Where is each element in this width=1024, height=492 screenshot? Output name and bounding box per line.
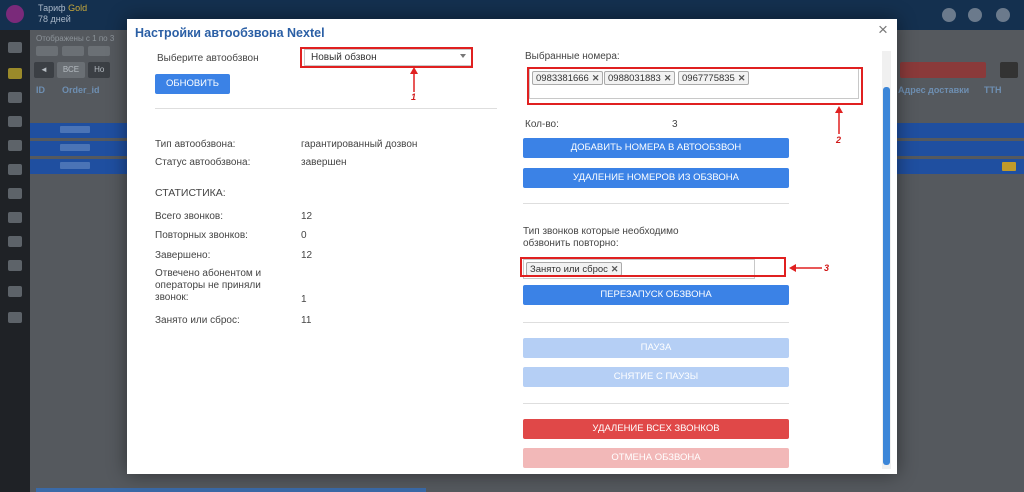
- autodial-type-label: Тип автообзвона:: [155, 139, 236, 150]
- stat-done-value: 12: [301, 250, 313, 261]
- annotation-box-1: [300, 47, 473, 68]
- annotation-box-3: [520, 257, 786, 277]
- col-id: ID: [36, 85, 45, 95]
- info-icon[interactable]: [8, 260, 22, 271]
- cancel-autodial-button[interactable]: ОТМЕНА ОБЗВОНА: [523, 448, 789, 468]
- stats-title: СТАТИСТИКА:: [155, 187, 226, 199]
- autodial-status-value: завершен: [301, 157, 347, 168]
- count-value: 3: [672, 119, 678, 130]
- divider: [155, 108, 497, 109]
- eye-icon[interactable]: [8, 286, 22, 297]
- bell-icon[interactable]: [968, 8, 982, 22]
- chart-icon[interactable]: [8, 212, 22, 223]
- video-icon[interactable]: [8, 312, 22, 323]
- stat-answered-value: 1: [301, 294, 307, 305]
- records-count: Отображены с 1 по 3: [36, 34, 115, 43]
- orders-icon[interactable]: [8, 68, 22, 79]
- truck-icon[interactable]: [8, 164, 22, 175]
- tab-new[interactable]: Но: [88, 62, 111, 78]
- annotation-label-3: 3: [824, 263, 830, 273]
- autodial-type-value: гарантированный дозвон: [301, 139, 418, 150]
- remove-numbers-button[interactable]: УДАЛЕНИЕ НОМЕРОВ ИЗ ОБЗВОНА: [523, 168, 789, 188]
- modal-scrollbar[interactable]: [882, 51, 891, 469]
- sidebar: [0, 30, 30, 492]
- divider: [523, 203, 789, 204]
- tab-all[interactable]: ВСЕ: [56, 62, 86, 78]
- restart-autodial-button[interactable]: ПЕРЕЗАПУСК ОБЗВОНА: [523, 285, 789, 305]
- annotation-box-2: [527, 67, 863, 105]
- retry-type-label: Тип звонков которые необходимо обзвонить…: [523, 226, 679, 249]
- close-icon[interactable]: ×: [875, 21, 891, 38]
- stat-busy-value: 11: [301, 315, 312, 326]
- col-order-id: Order_id: [62, 85, 100, 95]
- col-address: Адрес доставки: [898, 85, 970, 95]
- annotation-label-1: 1: [411, 92, 417, 102]
- divider: [523, 322, 789, 323]
- days-left: 78 дней: [38, 14, 71, 24]
- tariff-info: Тариф Gold 78 дней: [38, 3, 87, 25]
- bottom-scrollbar[interactable]: [36, 488, 426, 492]
- power-icon[interactable]: [996, 8, 1010, 22]
- tariff-label: Тариф: [38, 3, 66, 13]
- modal-scroll-thumb[interactable]: [883, 87, 890, 465]
- inbox-icon[interactable]: [8, 140, 22, 151]
- unpause-button[interactable]: СНЯТИЕ С ПАУЗЫ: [523, 367, 789, 387]
- status-tabs: ◄ ВСЕ Но: [34, 62, 111, 78]
- stat-total-value: 12: [301, 211, 313, 222]
- annotation-label-2: 2: [836, 135, 842, 145]
- tab-back[interactable]: ◄: [34, 62, 54, 78]
- stat-answered-label: Отвечено абонентом и операторы не принял…: [155, 268, 262, 303]
- stat-busy-label: Занято или сброс:: [155, 315, 240, 326]
- stat-done-label: Завершено:: [155, 250, 211, 261]
- delete-all-calls-button[interactable]: УДАЛЕНИЕ ВСЕХ ЗВОНКОВ: [523, 419, 789, 439]
- monitor-icon[interactable]: [8, 42, 22, 53]
- box-icon[interactable]: [8, 92, 22, 103]
- pause-button[interactable]: ПАУЗА: [523, 338, 789, 358]
- phone-icon[interactable]: [8, 188, 22, 199]
- gear-icon[interactable]: [8, 236, 22, 247]
- col-ttn: ТТН: [984, 85, 1002, 95]
- stat-total-label: Всего звонков:: [155, 211, 224, 222]
- divider: [523, 403, 789, 404]
- toolbar: [36, 46, 110, 56]
- modal-title: Настройки автообзвона Nextel: [135, 26, 325, 40]
- tariff-value: Gold: [68, 3, 88, 13]
- bg-next-button[interactable]: [1000, 62, 1018, 78]
- count-label: Кол-во:: [525, 119, 559, 130]
- select-autodial-label: Выберите автообзвон: [157, 53, 259, 64]
- stat-repeat-label: Повторных звонков:: [155, 230, 248, 241]
- list-icon[interactable]: [8, 116, 22, 127]
- logo-icon: [6, 5, 24, 23]
- autodial-status-label: Статус автообзвона:: [155, 157, 251, 168]
- add-numbers-button[interactable]: ДОБАВИТЬ НОМЕРА В АВТООБЗВОН: [523, 138, 789, 158]
- bg-red-button[interactable]: [900, 62, 986, 78]
- user-icon[interactable]: [942, 8, 956, 22]
- refresh-button[interactable]: ОБНОВИТЬ: [155, 74, 230, 94]
- stat-repeat-value: 0: [301, 230, 307, 241]
- selected-numbers-label: Выбранные номера:: [525, 51, 620, 62]
